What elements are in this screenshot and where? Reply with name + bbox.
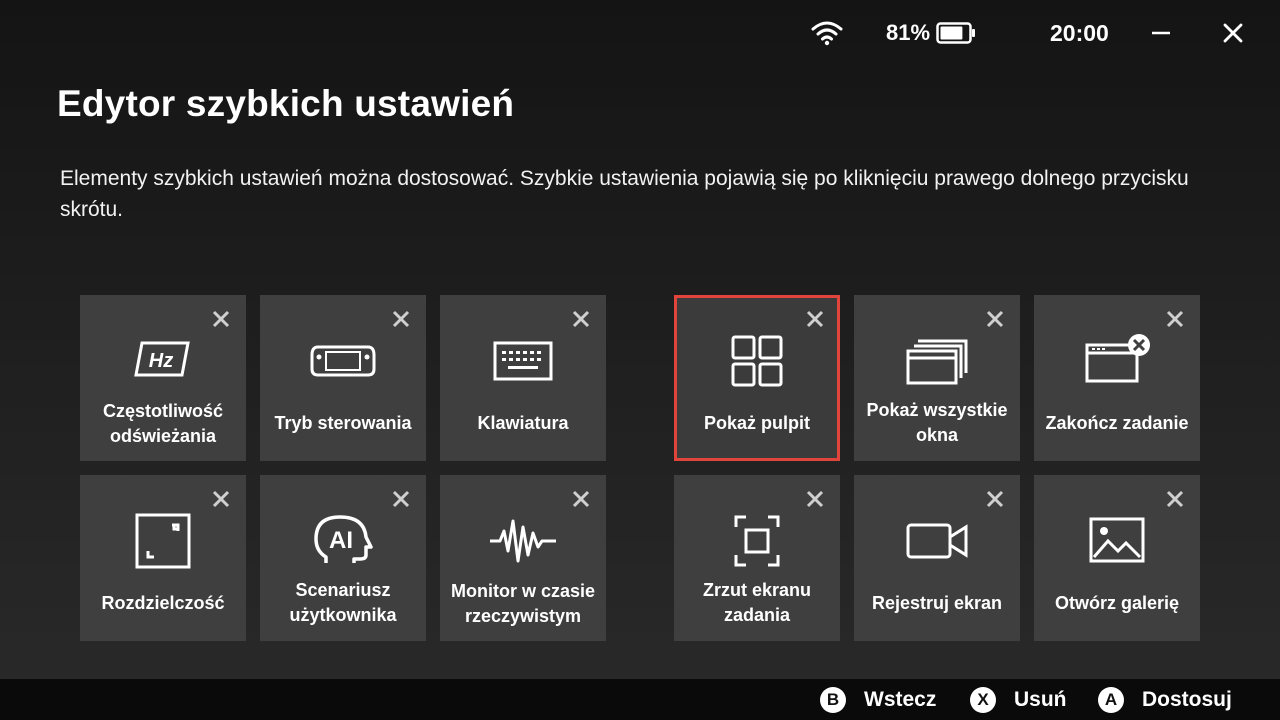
tile-label: Zakończ zadanie <box>1045 412 1189 433</box>
remove-icon[interactable] <box>392 310 410 328</box>
tile-video-camera[interactable]: Rejestruj ekran <box>854 475 1020 641</box>
tile-screenshot[interactable]: Zrzut ekranu zadania <box>674 475 840 641</box>
remove-icon[interactable] <box>212 490 230 508</box>
wifi-icon <box>811 21 843 46</box>
remove-icon[interactable] <box>1166 310 1184 328</box>
ai-head-icon: AI <box>308 513 378 569</box>
tile-label: Monitor w czasie rzeczywistym <box>450 581 596 626</box>
remove-hint[interactable]: X Usuń <box>970 685 1067 715</box>
tile-label: Rozdzielczość <box>101 592 225 613</box>
tile-label: Otwórz galerię <box>1054 592 1180 613</box>
svg-text:Hz: Hz <box>149 350 173 372</box>
page-title: Edytor szybkich ustawień <box>57 83 515 124</box>
tile-label: Pokaż wszystkie okna <box>866 400 1008 445</box>
remove-icon[interactable] <box>212 310 230 328</box>
clock: 20:00 <box>1050 20 1109 46</box>
tile-close-window[interactable]: Zakończ zadanie <box>1034 295 1200 461</box>
a-button-icon: A <box>1098 687 1124 713</box>
minimize-button[interactable] <box>1146 18 1176 48</box>
tile-label: Rejestruj ekran <box>871 592 1003 613</box>
tile-keyboard[interactable]: Klawiatura <box>440 295 606 461</box>
waveform-icon <box>488 513 558 569</box>
tile-label: Tryb sterowania <box>274 412 412 433</box>
b-button-icon: B <box>820 687 846 713</box>
tile-label: Scenariusz użytkownika <box>289 580 397 625</box>
video-camera-icon <box>902 513 972 569</box>
tile-ai-head[interactable]: AI Scenariusz użytkownika <box>260 475 426 641</box>
tile-label: Pokaż pulpit <box>703 412 810 433</box>
tile-label: Klawiatura <box>477 412 569 433</box>
tile-waveform[interactable]: Monitor w czasie rzeczywistym <box>440 475 606 641</box>
back-hint[interactable]: B Wstecz <box>820 685 936 715</box>
remove-icon[interactable] <box>806 310 824 328</box>
tile-image[interactable]: Otwórz galerię <box>1034 475 1200 641</box>
handheld-device-icon <box>308 333 378 389</box>
remove-icon[interactable] <box>986 310 1004 328</box>
tile-refresh-rate[interactable]: Hz Częstotliwość odświeżania <box>80 295 246 461</box>
close-window-icon <box>1082 333 1152 389</box>
tile-grid[interactable]: Pokaż pulpit <box>674 295 840 461</box>
footer-hints: B Wstecz X Usuń A Dostosuj <box>0 679 1280 720</box>
refresh-rate-icon: Hz <box>128 333 198 389</box>
windows-stack-icon <box>902 333 972 389</box>
svg-text:AI: AI <box>329 527 353 554</box>
battery-icon <box>936 22 975 44</box>
remove-icon[interactable] <box>986 490 1004 508</box>
tile-label: Częstotliwość odświeżania <box>102 401 224 446</box>
x-button-icon: X <box>970 687 996 713</box>
status-bar: 81% 20:00 <box>0 0 1280 68</box>
tile-windows-stack[interactable]: Pokaż wszystkie okna <box>854 295 1020 461</box>
screenshot-icon <box>722 513 792 569</box>
customize-label: Dostosuj <box>1142 688 1232 711</box>
customize-hint[interactable]: A Dostosuj <box>1098 685 1232 715</box>
remove-icon[interactable] <box>806 490 824 508</box>
close-button[interactable] <box>1218 18 1248 48</box>
image-icon <box>1082 513 1152 569</box>
remove-icon[interactable] <box>572 490 590 508</box>
back-label: Wstecz <box>864 688 937 711</box>
remove-icon[interactable] <box>572 310 590 328</box>
grid-icon <box>722 333 792 389</box>
remove-icon[interactable] <box>392 490 410 508</box>
resolution-icon <box>128 513 198 569</box>
tile-handheld-device[interactable]: Tryb sterowania <box>260 295 426 461</box>
page-description: Elementy szybkich ustawień można dostoso… <box>60 167 1189 221</box>
remove-label: Usuń <box>1014 688 1067 711</box>
keyboard-icon <box>488 333 558 389</box>
tile-resolution[interactable]: Rozdzielczość <box>80 475 246 641</box>
battery-percent: 81% <box>886 20 931 45</box>
tile-label: Zrzut ekranu zadania <box>702 580 812 625</box>
remove-icon[interactable] <box>1166 490 1184 508</box>
